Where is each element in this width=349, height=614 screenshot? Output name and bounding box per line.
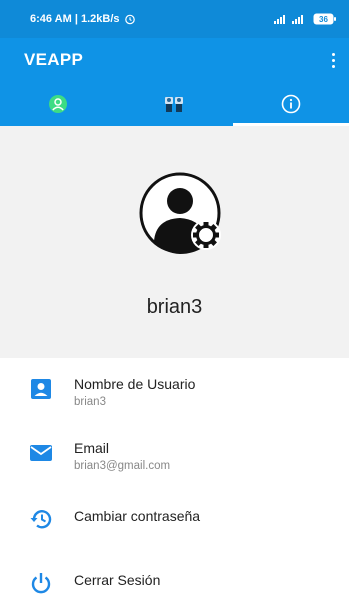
profile-username: brian3 bbox=[146, 296, 203, 318]
item-title: Nombre de Usuario bbox=[74, 376, 196, 392]
alarm-icon bbox=[124, 14, 135, 25]
app-bar: VEAPP bbox=[0, 38, 349, 82]
person-icon bbox=[49, 95, 68, 113]
info-icon bbox=[281, 94, 301, 114]
list-item-logout[interactable]: Cerrar Sesión bbox=[0, 550, 349, 614]
people-icon bbox=[165, 97, 184, 112]
status-bar: 6:46 AM | 1.2kB/s 36 bbox=[0, 0, 349, 38]
tab-users[interactable] bbox=[116, 82, 232, 126]
overflow-menu-icon[interactable] bbox=[327, 50, 339, 70]
account-box-icon bbox=[31, 379, 51, 399]
tab-info[interactable] bbox=[232, 82, 349, 126]
restore-icon bbox=[30, 510, 52, 529]
app-title: VEAPP bbox=[24, 50, 84, 69]
item-title: Cambiar contraseña bbox=[74, 508, 201, 524]
tab-bar bbox=[0, 82, 349, 126]
status-time: 6:46 AM | 1.2kB/s bbox=[30, 13, 120, 25]
profile-header: brian3 bbox=[0, 126, 349, 358]
user-settings-avatar-icon bbox=[139, 172, 221, 254]
list-item-username[interactable]: Nombre de Usuario brian3 bbox=[0, 358, 349, 422]
item-subtitle: brian3@gmail.com bbox=[74, 460, 171, 472]
item-title: Cerrar Sesión bbox=[74, 572, 161, 588]
signal-icon bbox=[274, 15, 303, 24]
list-item-email[interactable]: Email brian3@gmail.com bbox=[0, 422, 349, 486]
tab-profile[interactable] bbox=[0, 82, 116, 126]
item-subtitle: brian3 bbox=[74, 396, 106, 408]
item-title: Email bbox=[74, 440, 110, 456]
battery-icon: 36 bbox=[313, 13, 336, 25]
profile-options-list: Nombre de Usuario brian3 Email brian3@gm… bbox=[0, 358, 349, 614]
list-item-change-password[interactable]: Cambiar contraseña bbox=[0, 486, 349, 550]
battery-level: 36 bbox=[319, 15, 328, 24]
email-icon bbox=[30, 445, 52, 461]
power-icon bbox=[31, 573, 51, 594]
